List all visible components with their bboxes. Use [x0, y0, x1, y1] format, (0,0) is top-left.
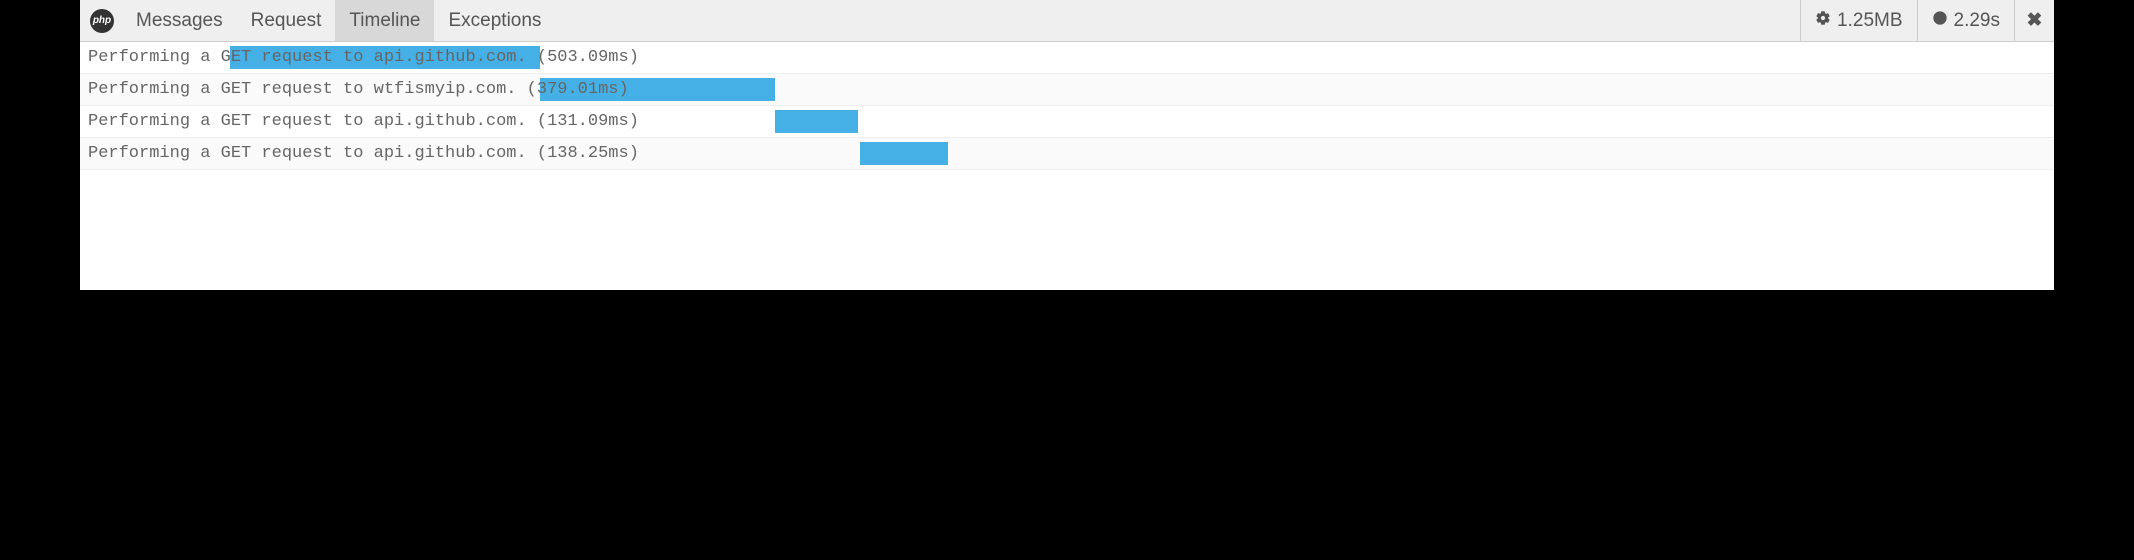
time-value: 2.29s: [1954, 10, 2000, 32]
gear-icon: [1815, 10, 1831, 32]
timeline-label: Performing a GET request to api.github.c…: [80, 48, 639, 67]
memory-stat: 1.25MB: [1800, 0, 1916, 41]
tab-request[interactable]: Request: [237, 0, 336, 41]
debug-panel: php Messages Request Timeline Exceptions…: [80, 0, 2054, 290]
timeline-row[interactable]: Performing a GET request to api.github.c…: [80, 138, 2054, 170]
php-logo-icon: php: [90, 9, 114, 33]
tab-messages[interactable]: Messages: [122, 0, 237, 41]
toolbar: php Messages Request Timeline Exceptions…: [80, 0, 2054, 42]
close-icon: ✖: [2027, 9, 2043, 32]
tab-timeline[interactable]: Timeline: [335, 0, 434, 41]
close-button[interactable]: ✖: [2014, 0, 2054, 41]
timeline-row[interactable]: Performing a GET request to wtfismyip.co…: [80, 74, 2054, 106]
timeline-row[interactable]: Performing a GET request to api.github.c…: [80, 42, 2054, 74]
timeline-label: Performing a GET request to api.github.c…: [80, 112, 639, 131]
memory-value: 1.25MB: [1837, 10, 1902, 32]
timeline-bar: [775, 110, 858, 133]
timeline-body: Performing a GET request to api.github.c…: [80, 42, 2054, 170]
timeline-bar: [860, 142, 948, 165]
toolbar-right: 1.25MB 2.29s ✖: [1800, 0, 2054, 41]
time-stat: 2.29s: [1917, 0, 2014, 41]
tab-exceptions[interactable]: Exceptions: [434, 0, 555, 41]
timeline-row[interactable]: Performing a GET request to api.github.c…: [80, 106, 2054, 138]
clock-icon: [1932, 10, 1948, 32]
toolbar-left: php Messages Request Timeline Exceptions: [80, 0, 1800, 41]
timeline-label: Performing a GET request to api.github.c…: [80, 144, 639, 163]
timeline-label: Performing a GET request to wtfismyip.co…: [80, 80, 629, 99]
